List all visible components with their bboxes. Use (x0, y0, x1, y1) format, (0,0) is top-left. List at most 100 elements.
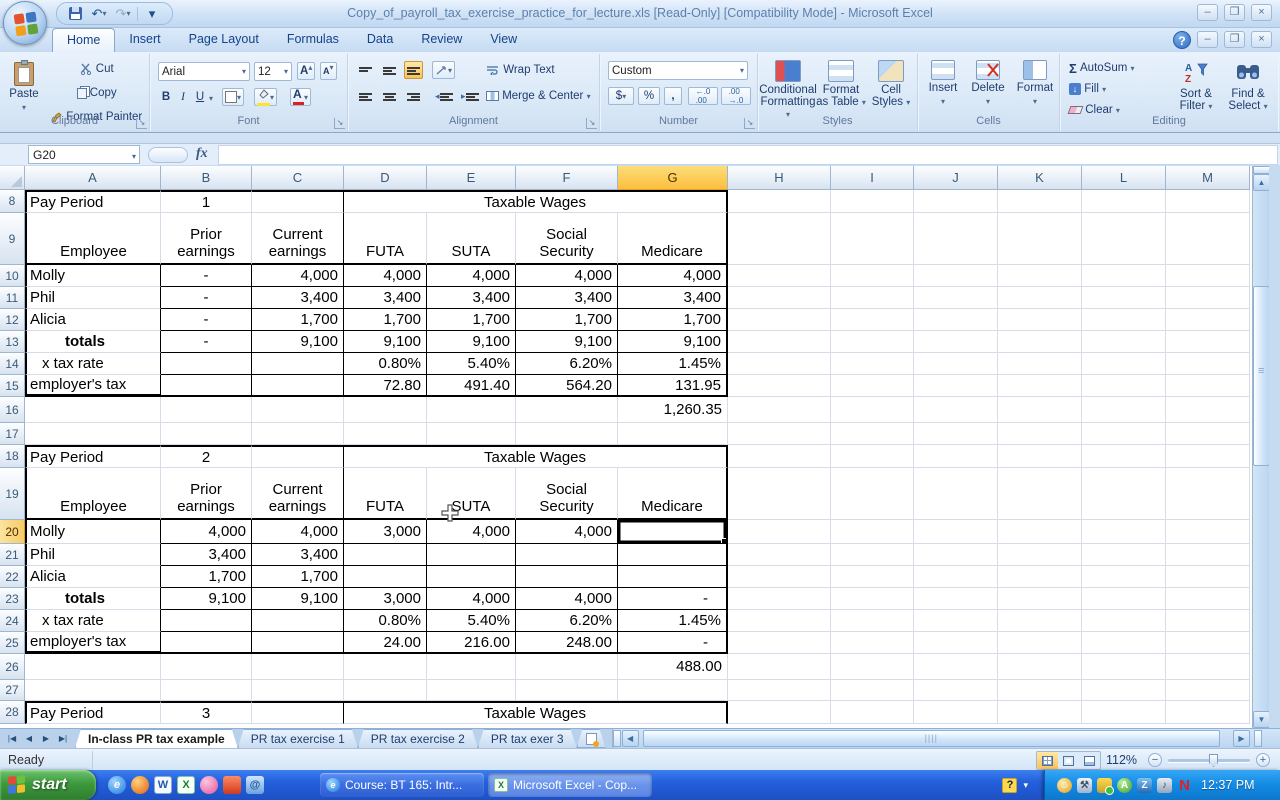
clipboard-dialog-launcher[interactable]: ↘ (136, 118, 147, 129)
cell-K22[interactable] (998, 566, 1082, 588)
fill-button[interactable]: ↓ Fill ▾ (1066, 80, 1109, 98)
taskbar-window-excel[interactable]: XMicrosoft Excel - Cop... (488, 773, 652, 797)
cell-M11[interactable] (1166, 287, 1250, 309)
cell-E14[interactable]: 5.40% (427, 353, 516, 375)
ribbon-tab-review[interactable]: Review (407, 28, 476, 52)
cell-J14[interactable] (914, 353, 998, 375)
font-dialog-launcher[interactable]: ↘ (334, 118, 345, 129)
row-header-16[interactable]: 16 (0, 397, 25, 423)
cell-D23[interactable]: 3,000 (344, 588, 427, 610)
cell-B25[interactable] (161, 632, 252, 654)
cell-H27[interactable] (728, 680, 831, 701)
shield-tray-icon[interactable] (1097, 778, 1112, 793)
cell-I27[interactable] (831, 680, 914, 701)
cell-A17[interactable] (25, 423, 161, 445)
cell-K8[interactable] (998, 190, 1082, 213)
cell-L21[interactable] (1082, 544, 1166, 566)
copy-button[interactable]: Copy (48, 84, 145, 102)
cell-I25[interactable] (831, 632, 914, 654)
cell-I17[interactable] (831, 423, 914, 445)
cell-A15[interactable]: employer's tax (25, 375, 161, 397)
cell-F9[interactable]: Social Security (516, 213, 618, 265)
cell-G9[interactable]: Medicare (618, 213, 728, 265)
scroll-down-button[interactable]: ▼ (1253, 711, 1270, 728)
horizontal-scroll-thumb[interactable] (643, 730, 1220, 747)
taskbar-window-ie[interactable]: eCourse: BT 165: Intr... (320, 773, 484, 797)
col-header-E[interactable]: E (427, 166, 516, 190)
cell-J13[interactable] (914, 331, 998, 353)
cell-L27[interactable] (1082, 680, 1166, 701)
cell-E9[interactable]: SUTA (427, 213, 516, 265)
cell-F23[interactable]: 4,000 (516, 588, 618, 610)
cell-A12[interactable]: Alicia (25, 309, 161, 331)
cell-I18[interactable] (831, 445, 914, 468)
next-sheet-button[interactable]: ▶ (38, 731, 54, 747)
cell-K16[interactable] (998, 397, 1082, 423)
sheet-tab-pr-tax-exer-3[interactable]: PR tax exer 3 (478, 729, 577, 748)
col-header-H[interactable]: H (728, 166, 831, 190)
cell-A18[interactable]: Pay Period (25, 445, 161, 468)
z-app-tray-icon[interactable]: Z (1137, 778, 1152, 793)
cell-E13[interactable]: 9,100 (427, 331, 516, 353)
cell-H14[interactable] (728, 353, 831, 375)
cell-M13[interactable] (1166, 331, 1250, 353)
cell-M8[interactable] (1166, 190, 1250, 213)
cell-G21[interactable] (618, 544, 728, 566)
cell-E12[interactable]: 1,700 (427, 309, 516, 331)
hidden-icons-chevron[interactable]: ▾ (1023, 780, 1028, 791)
cell-H10[interactable] (728, 265, 831, 287)
number-dialog-launcher[interactable]: ↘ (744, 118, 755, 129)
col-header-B[interactable]: B (161, 166, 252, 190)
number-format-combo[interactable]: Custom▾ (608, 61, 748, 80)
col-header-K[interactable]: K (998, 166, 1082, 190)
format-as-table-button[interactable]: Formatas Table ▾ (816, 56, 866, 109)
mail-icon[interactable]: @ (246, 776, 264, 794)
cell-I28[interactable] (831, 701, 914, 724)
cell-L12[interactable] (1082, 309, 1166, 331)
cell-K21[interactable] (998, 544, 1082, 566)
cell-E16[interactable] (427, 397, 516, 423)
cell-B11[interactable]: - (161, 287, 252, 309)
app-icon[interactable] (223, 776, 241, 794)
cell-E23[interactable]: 4,000 (427, 588, 516, 610)
zoom-in-button[interactable]: + (1256, 753, 1270, 767)
cell-F12[interactable]: 1,700 (516, 309, 618, 331)
cell-J8[interactable] (914, 190, 998, 213)
bold-button[interactable]: B (158, 88, 174, 106)
cell-B16[interactable] (161, 397, 252, 423)
cell-A19[interactable]: Employee (25, 468, 161, 520)
row-header-28[interactable]: 28 (0, 701, 25, 724)
row-header-27[interactable]: 27 (0, 680, 25, 701)
cell-J22[interactable] (914, 566, 998, 588)
cell-G25[interactable]: - (618, 632, 728, 654)
select-all-corner[interactable] (0, 166, 25, 190)
cell-A14[interactable]: x tax rate (25, 353, 161, 375)
ribbon-tab-formulas[interactable]: Formulas (273, 28, 353, 52)
cell-B17[interactable] (161, 423, 252, 445)
cell-G19[interactable]: Medicare (618, 468, 728, 520)
cell-G22[interactable] (618, 566, 728, 588)
decrease-decimal-button[interactable]: .00→.0 (721, 87, 751, 105)
cell-D9[interactable]: FUTA (344, 213, 427, 265)
cut-button[interactable]: Cut (48, 60, 145, 78)
cell-K10[interactable] (998, 265, 1082, 287)
cell-A22[interactable]: Alicia (25, 566, 161, 588)
scroll-left-button[interactable]: ◀ (622, 730, 639, 747)
cell-K18[interactable] (998, 445, 1082, 468)
cell-C22[interactable]: 1,700 (252, 566, 344, 588)
cell-G27[interactable] (618, 680, 728, 701)
page-layout-view-button[interactable] (1058, 752, 1079, 769)
cell-B26[interactable] (161, 654, 252, 680)
cell-B27[interactable] (161, 680, 252, 701)
cell-H15[interactable] (728, 375, 831, 397)
col-header-C[interactable]: C (252, 166, 344, 190)
orientation-button[interactable]: ▾ (432, 61, 455, 79)
cell-C21[interactable]: 3,400 (252, 544, 344, 566)
cell-L20[interactable] (1082, 520, 1166, 544)
cell-C24[interactable] (252, 610, 344, 632)
cell-L11[interactable] (1082, 287, 1166, 309)
format-cells-button[interactable]: Format▾ (1012, 56, 1058, 108)
cell-I15[interactable] (831, 375, 914, 397)
cell-A20[interactable]: Molly (25, 520, 161, 544)
cell-B9[interactable]: Prior earnings (161, 213, 252, 265)
